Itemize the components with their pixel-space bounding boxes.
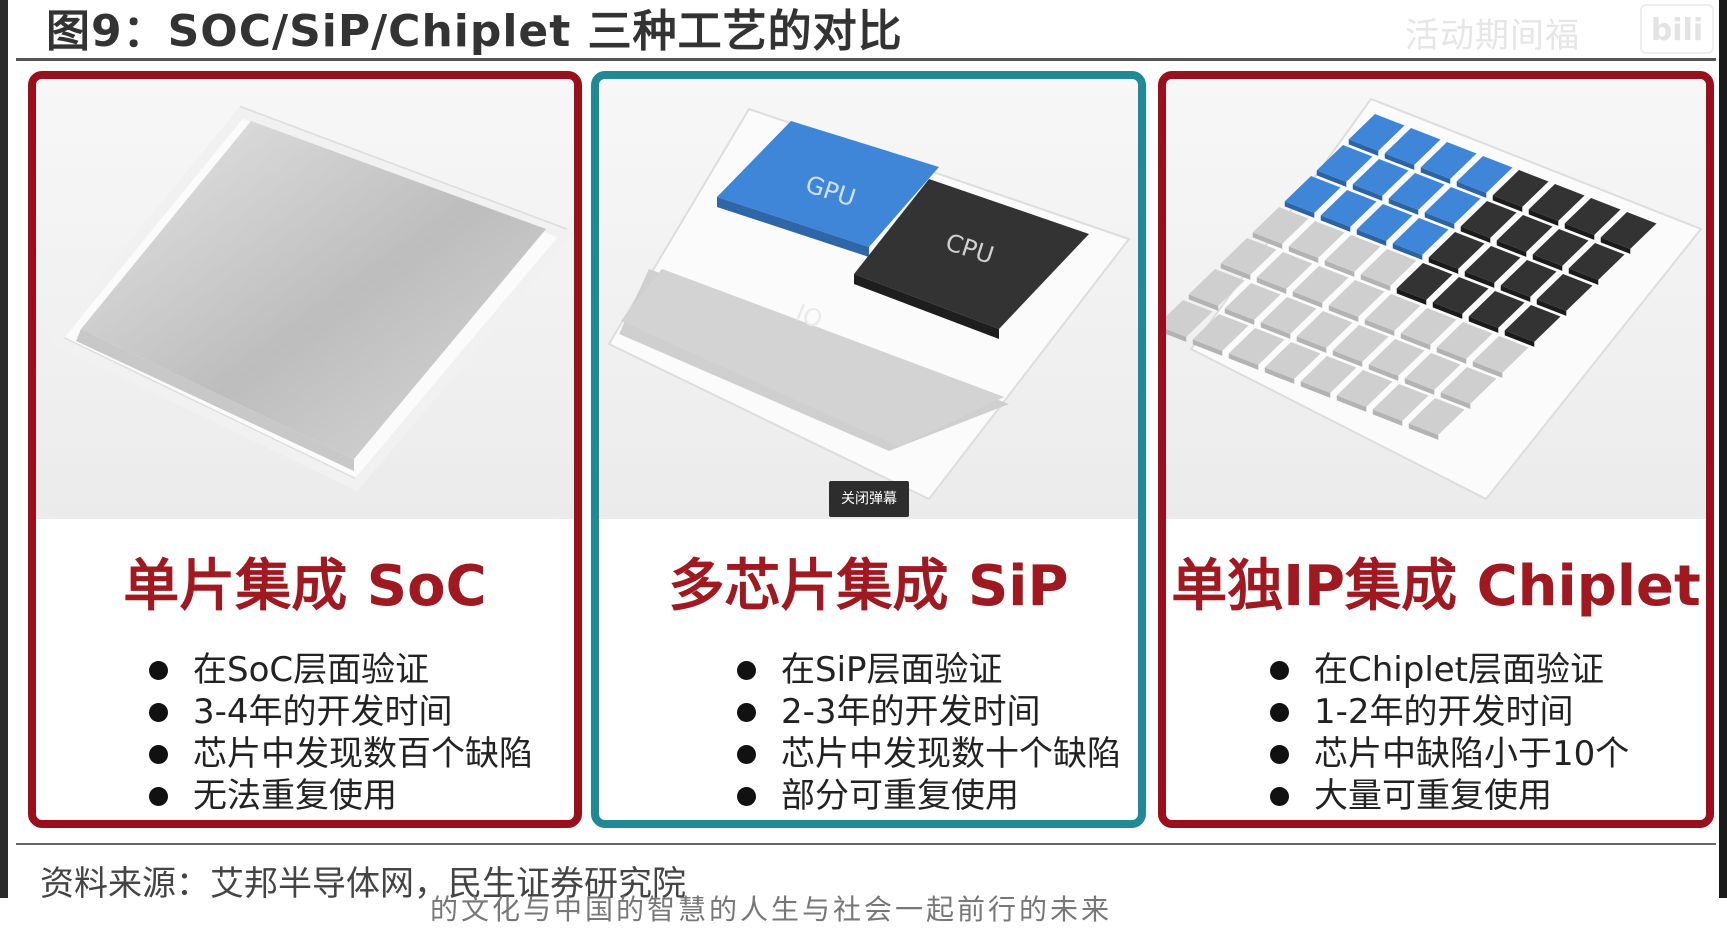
list-item: 芯片中缺陷小于10个	[1270, 733, 1629, 775]
list-item: 2-3年的开发时间	[737, 691, 1121, 733]
soc-bullet-list: 在SoC层面验证 3-4年的开发时间 芯片中发现数百个缺陷 无法重复使用	[149, 649, 533, 817]
footer-divider	[16, 843, 1716, 845]
bullet-dot	[149, 661, 168, 680]
soc-chip-illustration	[36, 79, 574, 519]
left-frame-edge	[0, 0, 8, 898]
bilibili-logo: bili	[1640, 4, 1714, 54]
list-item: 1-2年的开发时间	[1270, 691, 1629, 733]
bullet-dot	[1270, 745, 1289, 764]
list-item: 3-4年的开发时间	[149, 691, 533, 733]
panel-title-chiplet: 单独IP集成 Chiplet	[1171, 554, 1701, 619]
bullet-dot	[737, 787, 756, 806]
panel-title-soc: 单片集成 SoC	[123, 554, 487, 619]
figure-title: 图9：SOC/SiP/Chiplet 三种工艺的对比	[46, 6, 903, 57]
soc-die	[81, 121, 546, 459]
bullet-dot	[1270, 787, 1289, 806]
bullet-dot	[737, 661, 756, 680]
list-item: 在SoC层面验证	[149, 649, 533, 691]
bullet-dot	[1270, 661, 1289, 680]
right-frame-edge	[1719, 0, 1727, 898]
bullet-dot	[149, 703, 168, 722]
bullet-dot	[1270, 703, 1289, 722]
list-item: 在Chiplet层面验证	[1270, 649, 1629, 691]
close-danmaku-button[interactable]: 关闭弹幕	[829, 481, 909, 517]
bullet-dot	[737, 703, 756, 722]
chiplet-illustration	[1166, 79, 1706, 519]
sip-bullet-list: 在SiP层面验证 2-3年的开发时间 芯片中发现数十个缺陷 部分可重复使用	[737, 649, 1121, 817]
cut-off-subtitle: 的文化与中国的智慧的人生与社会一起前行的未来	[430, 893, 1113, 926]
title-divider	[16, 58, 1716, 61]
list-item: 芯片中发现数十个缺陷	[737, 733, 1121, 775]
panel-sip: IO GPU CPU 多芯片集成 SiP 在SiP层面验证 2-3年的开发时间 …	[591, 71, 1146, 828]
list-item: 芯片中发现数百个缺陷	[149, 733, 533, 775]
list-item: 部分可重复使用	[737, 775, 1121, 817]
list-item: 在SiP层面验证	[737, 649, 1121, 691]
bullet-dot	[149, 787, 168, 806]
panel-chiplet: 单独IP集成 Chiplet 在Chiplet层面验证 1-2年的开发时间 芯片…	[1158, 71, 1714, 828]
list-item: 大量可重复使用	[1270, 775, 1629, 817]
list-item: 无法重复使用	[149, 775, 533, 817]
bullet-dot	[149, 745, 168, 764]
bullet-dot	[737, 745, 756, 764]
panel-title-sip: 多芯片集成 SiP	[668, 554, 1069, 619]
chiplet-bullet-list: 在Chiplet层面验证 1-2年的开发时间 芯片中缺陷小于10个 大量可重复使…	[1270, 649, 1629, 817]
watermark-text: 活动期间福	[1405, 16, 1580, 56]
sip-chip-illustration: IO GPU CPU	[599, 79, 1138, 519]
panel-soc: 单片集成 SoC 在SoC层面验证 3-4年的开发时间 芯片中发现数百个缺陷 无…	[28, 71, 582, 828]
